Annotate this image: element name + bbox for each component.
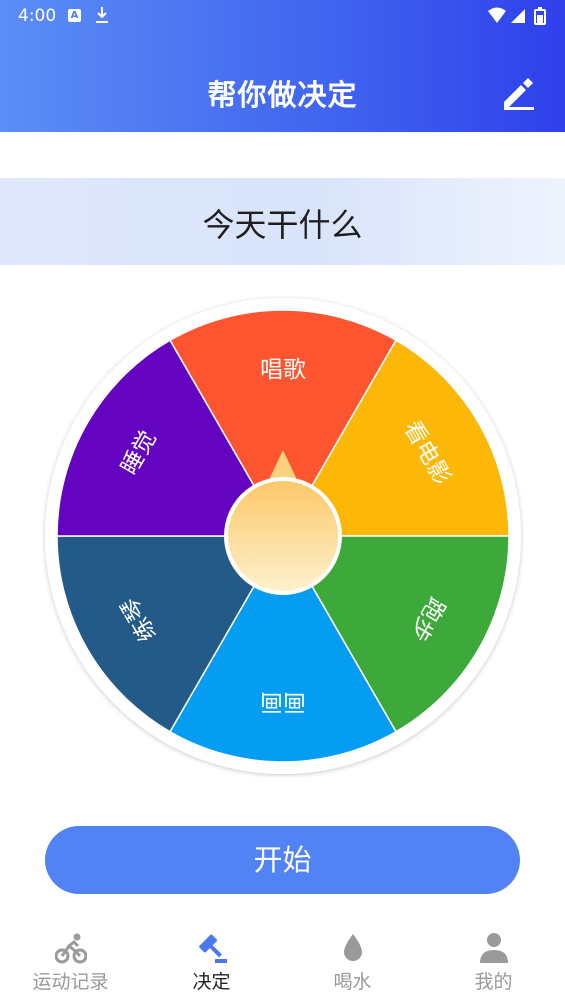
wheel-hub xyxy=(228,481,338,591)
edit-button[interactable] xyxy=(500,72,538,110)
nav-label-mine: 我的 xyxy=(474,971,513,993)
page-title: 帮你做决定 xyxy=(207,78,358,112)
wheel-option-label: 画画 xyxy=(260,689,306,715)
pencil-icon xyxy=(504,78,534,110)
nav-label-drink-water: 喝水 xyxy=(333,971,372,993)
status-time: 4:00 xyxy=(18,6,57,26)
nav-label-decide: 决定 xyxy=(192,971,231,993)
system-status-icons xyxy=(488,7,546,25)
water-drop-icon xyxy=(344,934,362,961)
person-icon xyxy=(480,933,508,963)
nav-item-mine[interactable]: 我的 xyxy=(423,922,564,1004)
download-icon xyxy=(96,7,108,23)
decision-wheel[interactable]: 唱歌 看电影 跑步 画画 练琴 睡觉 xyxy=(42,295,524,777)
nav-item-drink-water[interactable]: 喝水 xyxy=(282,922,423,1004)
battery-icon xyxy=(534,7,546,25)
nav-item-decide[interactable]: 决定 xyxy=(141,922,282,1004)
font-icon: A xyxy=(68,9,81,22)
wheel-graphic: 唱歌看电影跑步画画练琴睡觉 xyxy=(45,298,521,774)
app-header: 4:00 A 帮你做决定 xyxy=(0,0,565,132)
signal-icon xyxy=(511,9,525,23)
wifi-icon xyxy=(488,7,506,23)
nav-label-sport-record: 运动记录 xyxy=(32,971,109,993)
bike-icon xyxy=(55,933,87,964)
start-button[interactable]: 开始 xyxy=(45,826,520,894)
wheel-option-label: 唱歌 xyxy=(260,357,306,383)
status-bar: 4:00 A xyxy=(0,0,565,32)
question-title: 今天干什么 xyxy=(202,206,363,244)
gavel-icon xyxy=(199,934,227,963)
bottom-nav: 运动记录 决定 喝水 我的 xyxy=(0,922,565,1004)
nav-item-sport-record[interactable]: 运动记录 xyxy=(0,922,141,1004)
